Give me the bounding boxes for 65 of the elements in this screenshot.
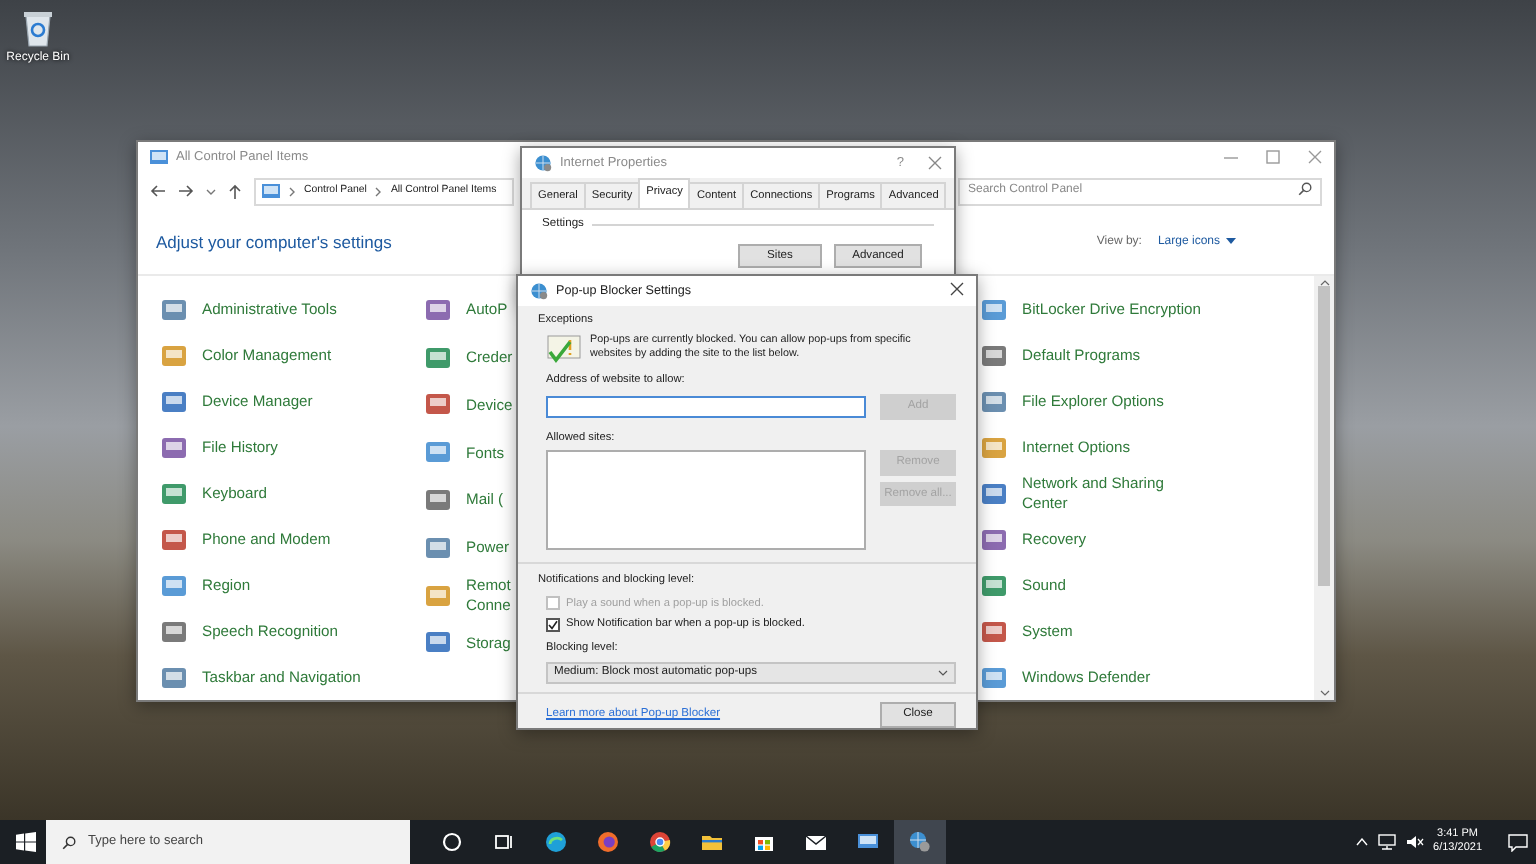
tile-icon	[980, 295, 1008, 323]
notification-icon[interactable]	[1508, 833, 1528, 851]
caret-icon	[938, 669, 948, 676]
folder-icon	[700, 830, 724, 854]
scroll-up-icon[interactable]	[1319, 280, 1329, 286]
globe-gear-icon	[530, 282, 548, 300]
close-icon[interactable]	[950, 281, 964, 296]
tile-icon	[160, 617, 188, 645]
tile-icon	[980, 525, 1008, 553]
scroll-down-icon[interactable]	[1319, 690, 1329, 696]
tile-icon	[424, 295, 452, 324]
chevron-icon	[288, 185, 296, 197]
recycle-bin-icon[interactable]	[20, 8, 56, 48]
tile-icon	[160, 341, 188, 369]
tile-icon	[424, 628, 452, 657]
task-view-icon	[492, 830, 516, 854]
tile-icon	[980, 617, 1008, 645]
globe-gear-icon	[534, 154, 552, 172]
tile-icon	[160, 295, 188, 323]
scrollbar-thumb[interactable]	[1318, 286, 1330, 586]
caret-icon[interactable]	[206, 187, 216, 195]
tile-icon	[980, 341, 1008, 369]
chevron-up-icon[interactable]	[1355, 838, 1368, 846]
back-arrow-icon[interactable]	[150, 184, 166, 198]
check-icon	[548, 619, 558, 630]
tile-icon	[424, 581, 452, 610]
up-arrow-icon[interactable]	[228, 183, 242, 199]
tile-icon	[160, 387, 188, 415]
caret-icon	[1226, 238, 1236, 246]
network-icon[interactable]	[1377, 834, 1396, 850]
fox-globe-icon	[596, 830, 620, 854]
tile-icon	[980, 571, 1008, 599]
start-icon[interactable]	[16, 832, 36, 852]
speaker-icon[interactable]	[1405, 834, 1424, 850]
control-panel-icon	[262, 184, 280, 198]
tile-icon	[424, 390, 452, 419]
tile-icon	[980, 387, 1008, 415]
tile-icon	[424, 343, 452, 372]
tile-icon	[160, 571, 188, 599]
scrollbar[interactable]	[1314, 276, 1334, 700]
tile-icon	[160, 525, 188, 553]
tile-icon	[424, 533, 452, 562]
globe-gear-icon	[908, 830, 932, 854]
forward-arrow-icon[interactable]	[178, 184, 194, 198]
tile-icon	[160, 663, 188, 691]
shield-check-icon	[546, 334, 582, 367]
swirl-icon	[544, 830, 568, 854]
tile-icon	[424, 438, 452, 467]
tile-icon	[160, 433, 188, 461]
envelope-icon	[804, 830, 828, 854]
chevron-icon	[374, 185, 383, 197]
tile-icon	[980, 479, 1008, 507]
address-input[interactable]	[546, 395, 867, 418]
checkbox[interactable]	[546, 617, 560, 632]
search-icon	[1298, 181, 1312, 196]
page-heading: Adjust your computer's settings	[156, 229, 392, 255]
round-logo-icon	[648, 830, 672, 854]
tile-icon	[160, 479, 188, 507]
tile-icon	[424, 486, 452, 515]
tile-icon	[980, 663, 1008, 691]
circle-icon	[440, 830, 464, 854]
search-icon	[62, 835, 76, 849]
control-panel-icon	[150, 150, 168, 164]
monitor-icon	[856, 830, 880, 854]
tile-icon	[980, 433, 1008, 461]
